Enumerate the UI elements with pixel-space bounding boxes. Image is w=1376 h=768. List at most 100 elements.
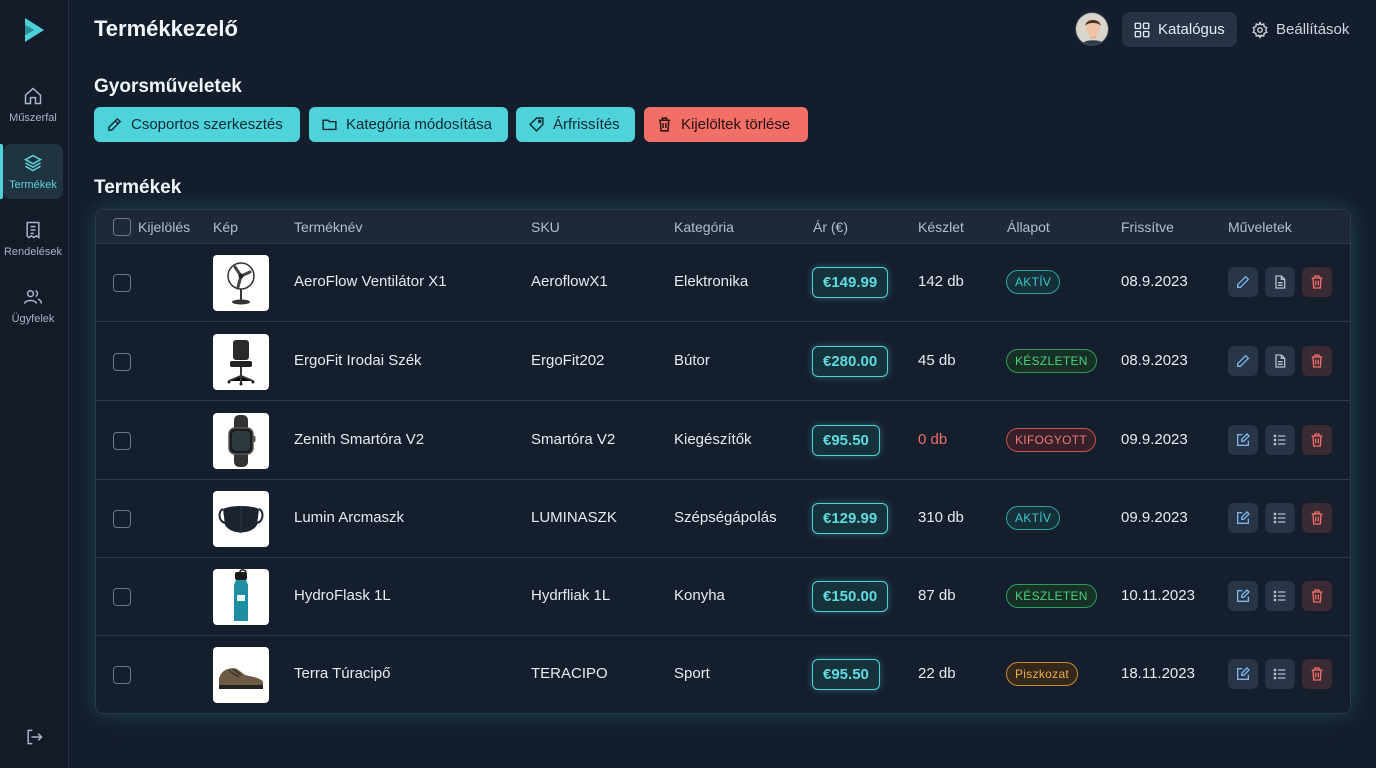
product-sku: ErgoFit202 — [531, 352, 605, 369]
status-badge: KIFOGYOTT — [1006, 428, 1097, 452]
price-tag[interactable]: €129.99 — [812, 503, 889, 534]
col-select: Kijelölés — [138, 219, 191, 235]
row-checkbox[interactable] — [113, 510, 131, 528]
settings-label: Beállítások — [1276, 21, 1350, 38]
table-row[interactable]: Zenith Smartóra V2 Smartóra V2 Kiegészít… — [96, 402, 1350, 480]
list-button[interactable] — [1265, 581, 1295, 611]
tag-icon — [529, 117, 544, 132]
updated-date: 18.11.2023 — [1121, 665, 1195, 682]
logo-icon[interactable] — [22, 16, 48, 44]
pencil-icon — [1237, 275, 1250, 288]
delete-button[interactable] — [1302, 659, 1332, 689]
sidebar-item-orders[interactable]: Rendelések — [3, 211, 63, 266]
edit-button[interactable] — [1228, 425, 1258, 455]
table-row[interactable]: Terra Túracipő TERACIPO Sport €95.50 22 … — [96, 636, 1350, 713]
product-name: Terra Túracipő — [294, 665, 391, 682]
updated-date: 10.11.2023 — [1121, 587, 1195, 604]
edit-button[interactable] — [1228, 346, 1258, 376]
delete-selected-button[interactable]: Kijelöltek törlése — [644, 107, 808, 142]
updated-date: 09.9.2023 — [1121, 509, 1188, 526]
row-checkbox[interactable] — [113, 353, 131, 371]
avatar[interactable] — [1075, 12, 1109, 46]
product-image — [213, 491, 269, 547]
sidebar-item-customers[interactable]: Ügyfelek — [3, 278, 63, 333]
product-sku: LUMINASZK — [531, 509, 617, 526]
sidebar-item-label: Műszerfal — [9, 111, 57, 124]
edit-button[interactable] — [1228, 267, 1258, 297]
col-name[interactable]: Terméknév — [294, 219, 362, 235]
catalog-button[interactable]: Katalógus — [1122, 12, 1237, 47]
change-category-button[interactable]: Kategória módosítása — [309, 107, 508, 142]
col-updated[interactable]: Frissítve — [1121, 219, 1174, 235]
list-button[interactable] — [1265, 503, 1295, 533]
products-title: Termékek — [94, 177, 182, 198]
col-image: Kép — [213, 219, 238, 235]
product-image — [213, 647, 269, 703]
price-update-button[interactable]: Árfrissítés — [516, 107, 635, 142]
delete-button[interactable] — [1302, 267, 1332, 297]
col-category[interactable]: Kategória — [674, 219, 734, 235]
trash-icon — [1311, 667, 1323, 681]
bulk-edit-button[interactable]: Csoportos szerkesztés — [94, 107, 300, 142]
edit-button[interactable] — [1228, 503, 1258, 533]
price-tag[interactable]: €150.00 — [812, 581, 889, 612]
product-sku: Hydrfliak 1L — [531, 587, 611, 604]
col-stock[interactable]: Készlet — [918, 219, 964, 235]
bulk-edit-label: Csoportos szerkesztés — [131, 116, 283, 133]
status-badge: KÉSZLETEN — [1006, 584, 1097, 608]
settings-button[interactable]: Beállítások — [1251, 12, 1349, 47]
table-row[interactable]: HydroFlask 1L Hydrfliak 1L Konyha €150.0… — [96, 558, 1350, 636]
document-icon — [1275, 275, 1286, 289]
price-tag[interactable]: €95.50 — [812, 425, 880, 456]
logout-icon[interactable] — [24, 727, 44, 747]
list-icon — [1273, 434, 1286, 446]
price-tag[interactable]: €280.00 — [812, 346, 889, 377]
fan-image — [227, 262, 255, 305]
product-category: Konyha — [674, 587, 725, 604]
product-category: Bútor — [674, 352, 710, 369]
mask-image — [218, 506, 264, 533]
delete-button[interactable] — [1302, 581, 1332, 611]
trash-icon — [1311, 511, 1323, 525]
edit-square-icon — [1237, 433, 1250, 446]
stock-value: 142 db — [918, 273, 964, 290]
details-button[interactable] — [1265, 267, 1295, 297]
col-price[interactable]: Ár (€) — [813, 219, 848, 235]
details-button[interactable] — [1265, 346, 1295, 376]
table-row[interactable]: AeroFlow Ventilátor X1 AeroflowX1 Elektr… — [96, 244, 1350, 322]
sidebar-item-products[interactable]: Termékek — [0, 144, 63, 199]
sidebar-item-dashboard[interactable]: Műszerfal — [3, 77, 63, 132]
col-sku[interactable]: SKU — [531, 219, 560, 235]
col-status[interactable]: Állapot — [1007, 219, 1050, 235]
product-image — [213, 569, 269, 625]
list-button[interactable] — [1265, 659, 1295, 689]
pencil-icon — [108, 117, 122, 131]
delete-button[interactable] — [1302, 503, 1332, 533]
table-row[interactable]: Lumin Arcmaszk LUMINASZK Szépségápolás €… — [96, 480, 1350, 558]
product-category: Szépségápolás — [674, 509, 777, 526]
price-tag[interactable]: €95.50 — [812, 659, 880, 690]
updated-date: 08.9.2023 — [1121, 352, 1188, 369]
list-button[interactable] — [1265, 425, 1295, 455]
product-category: Elektronika — [674, 273, 749, 290]
row-checkbox[interactable] — [113, 432, 131, 450]
status-badge: AKTÍV — [1006, 270, 1061, 294]
updated-date: 08.9.2023 — [1121, 273, 1188, 290]
sidebar: Műszerfal Termékek Rendelések Ügyfelek — [0, 0, 69, 768]
table-row[interactable]: ErgoFit Irodai Szék ErgoFit202 Bútor €28… — [96, 323, 1350, 401]
trash-icon — [658, 117, 671, 132]
delete-button[interactable] — [1302, 425, 1332, 455]
product-category: Sport — [674, 665, 710, 682]
row-checkbox[interactable] — [113, 588, 131, 606]
price-tag[interactable]: €149.99 — [812, 267, 889, 298]
trash-icon — [1311, 275, 1323, 289]
product-sku: Smartóra V2 — [531, 431, 616, 448]
row-checkbox[interactable] — [113, 274, 131, 292]
row-checkbox[interactable] — [113, 666, 131, 684]
select-all-checkbox[interactable] — [113, 218, 131, 236]
list-icon — [1273, 590, 1286, 602]
delete-button[interactable] — [1302, 346, 1332, 376]
bottle-image — [234, 569, 248, 621]
edit-button[interactable] — [1228, 581, 1258, 611]
edit-button[interactable] — [1228, 659, 1258, 689]
